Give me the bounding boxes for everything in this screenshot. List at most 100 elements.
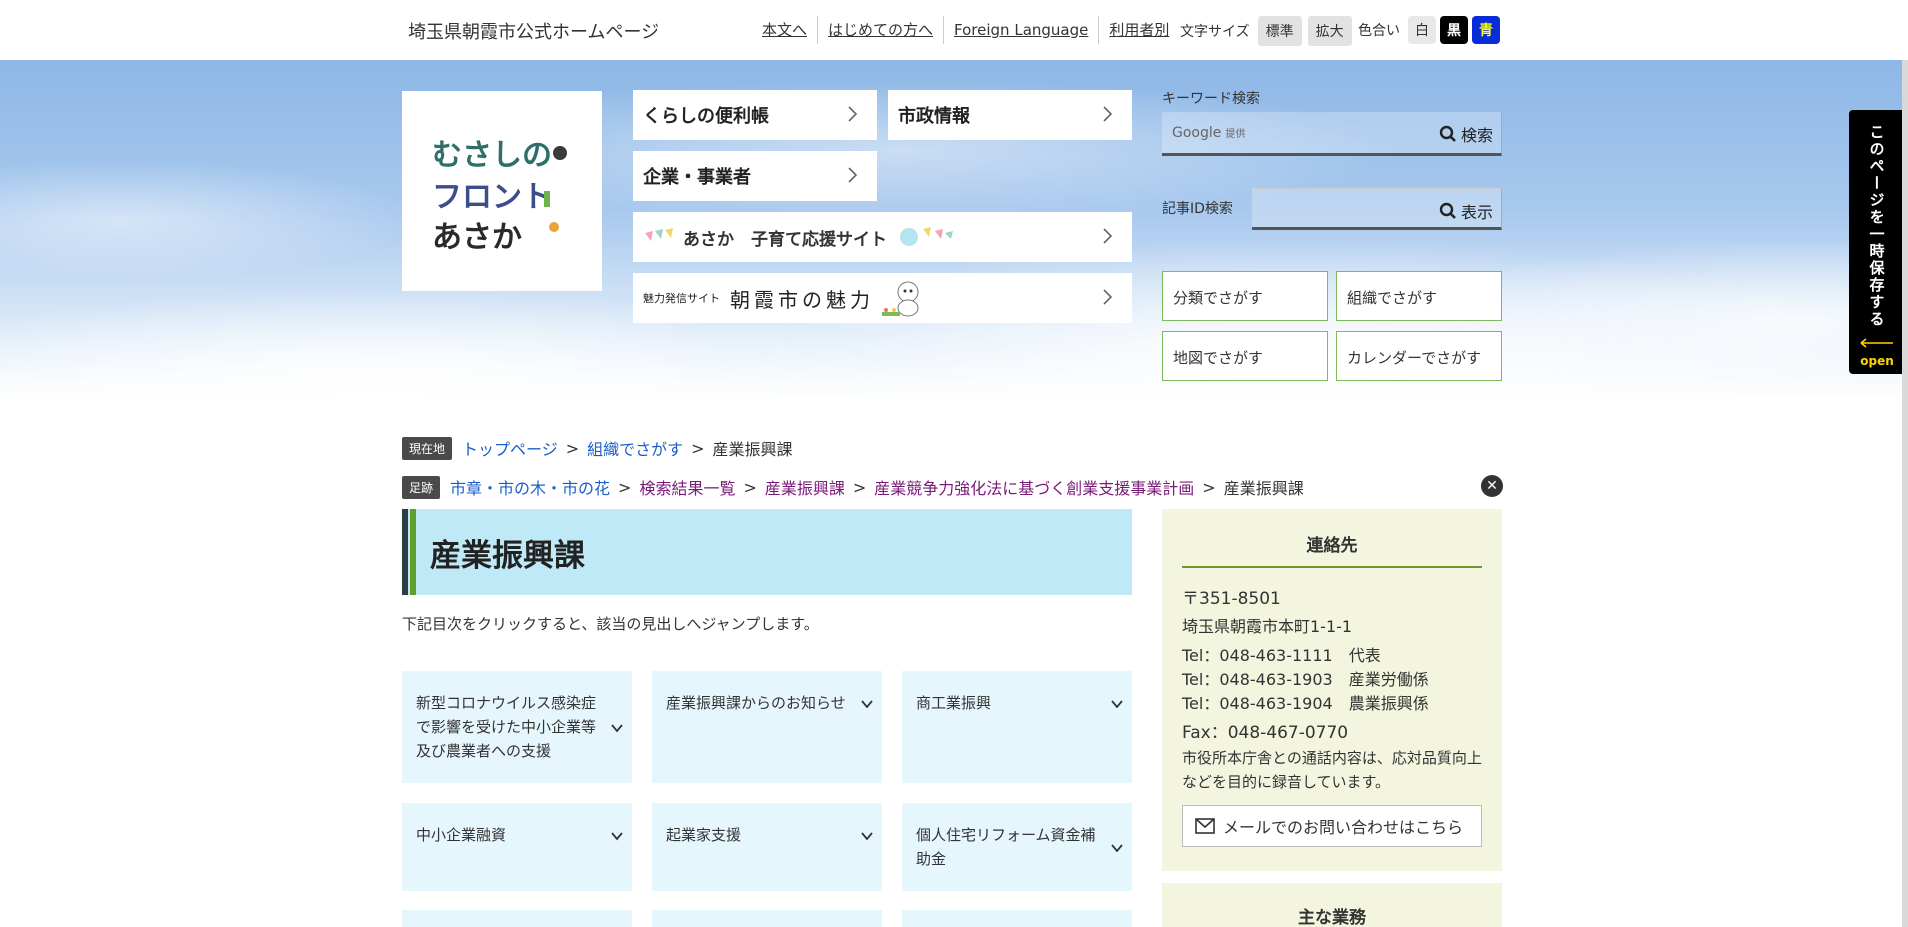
article-id-search-label: 記事ID検索 [1162,201,1233,217]
breadcrumb-current: 現在地 トップページ > 組織でさがす > 産業振興課 [402,436,793,460]
logo-line-3: あさか [432,220,522,251]
chevron-right-icon [848,106,858,122]
history-link-industry-promotion[interactable]: 産業振興課 [765,475,845,499]
living-guide-link[interactable]: くらしの便利帳 [633,90,877,140]
chevron-right-icon [1103,289,1113,305]
search-by-calendar-button[interactable]: カレンダーでさがす [1336,331,1502,381]
toc-item-notices[interactable]: 産業振興課からのお知らせ [652,671,882,783]
toc-instruction: 下記目次をクリックすると、該当の見出しへジャンプします。 [402,615,819,633]
bunting-icon [645,228,673,241]
top-bar: 埼玉県朝霞市公式ホームページ 本文へ はじめての方へ Foreign Langu… [0,0,1908,60]
toc-item-next[interactable] [902,910,1132,927]
mail-icon [1195,818,1215,834]
history-link-startup-support-plan[interactable]: 産業競争力強化法に基づく創業支援事業計画 [874,475,1194,499]
breadcrumb-link-organization[interactable]: 組織でさがす [587,436,683,460]
mascot-icon [882,281,919,317]
chevron-down-icon [861,700,873,709]
email-inquiry-button[interactable]: メールでのお問い合わせはこちら [1182,805,1482,847]
color-white-button[interactable]: 白 [1408,16,1436,44]
article-id-input[interactable]: 表示 [1252,188,1502,230]
chevron-down-icon [861,832,873,841]
breadcrumb-separator: > [1202,477,1216,497]
charm-banner-big-label: 朝霞市の魅力 [730,287,874,312]
search-icon [1439,125,1456,142]
keyword-search-label: キーワード検索 [1162,91,1260,107]
utility-links: 本文へ はじめての方へ Foreign Language 利用者別 [752,14,1179,46]
font-size-large-button[interactable]: 拡大 [1307,16,1352,46]
history-link-city-symbols[interactable]: 市章・市の木・市の花 [450,475,610,499]
charm-banner-small-label: 魅力発信サイト [643,292,720,305]
toc-item-label: 新型コロナウイルス感染症で影響を受けた中小企業等及び農業者への支援 [416,694,597,760]
breadcrumb-separator: > [852,477,867,497]
city-info-link[interactable]: 市政情報 [888,90,1132,140]
logo-mark: むさしの フロント あさか [432,138,567,251]
font-size-standard-button[interactable]: 標準 [1257,16,1302,46]
city-charm-site-banner[interactable]: 魅力発信サイト 朝霞市の魅力 [633,273,1132,323]
by-user-type-link[interactable]: 利用者別 [1099,16,1179,44]
search-by-organization-button[interactable]: 組織でさがす [1336,271,1502,321]
city-logo[interactable]: むさしの フロント あさか [402,91,602,291]
logo-line-1: むさしの [432,138,552,173]
show-button-label: 表示 [1460,203,1493,222]
color-black-button[interactable]: 黒 [1440,16,1468,44]
business-label: 企業・事業者 [643,167,751,188]
chevron-down-icon [1111,700,1123,709]
postal-code: 〒351-8501 [1182,589,1281,609]
toc-item-label: 個人住宅リフォーム資金補助金 [916,826,1096,868]
search-button-label: 検索 [1460,126,1493,145]
breadcrumb-separator: > [691,438,705,458]
toc-item-next[interactable] [402,910,632,927]
page-title: 産業振興課 [430,537,585,574]
search-by-map-button[interactable]: 地図でさがす [1162,331,1328,381]
current-location-tag: 現在地 [402,436,453,460]
breadcrumb-history: 足跡 市章・市の木・市の花 > 検索結果一覧 > 産業振興課 > 産業競争力強化… [402,475,1304,499]
toc-item-label: 起業家支援 [666,826,742,844]
search-by-category-button[interactable]: 分類でさがす [1162,271,1328,321]
business-link[interactable]: 企業・事業者 [633,151,877,201]
color-blue-button[interactable]: 青 [1472,16,1500,44]
toc-item-commerce[interactable]: 商工業振興 [902,671,1132,783]
toc-item-label: 産業振興課からのお知らせ [666,694,846,712]
keyword-search-input[interactable]: Google 提供 検索 [1162,112,1502,156]
toc-item-next[interactable] [652,910,882,927]
toc-item-reform-subsidy[interactable]: 個人住宅リフォーム資金補助金 [902,803,1132,891]
color-scheme-label: 色合い [1358,23,1400,39]
chevron-right-icon [848,167,858,183]
page-title-banner: 産業振興課 [402,509,1132,595]
page-scrollbar[interactable] [1902,60,1908,927]
childcare-site-banner[interactable]: あさか 子育て応援サイト [633,212,1132,262]
living-guide-label: くらしの便利帳 [643,106,769,127]
breadcrumb-link-top[interactable]: トップページ [462,436,558,460]
toc-item-covid-support[interactable]: 新型コロナウイルス感染症で影響を受けた中小企業等及び農業者への支援 [402,671,632,783]
email-inquiry-label: メールでのお問い合わせはこちら [1223,818,1464,837]
close-history-icon[interactable]: ✕ [1481,475,1503,497]
toc-item-sme-loans[interactable]: 中小企業融資 [402,803,632,891]
breadcrumb-separator: > [618,477,632,497]
save-page-tab[interactable]: このページを一時保存する open [1849,110,1905,374]
history-link-search-results[interactable]: 検索結果一覧 [639,475,735,499]
tel-labor: Tel：048-463-1903 産業労働係 [1182,670,1429,689]
toc-item-entrepreneur[interactable]: 起業家支援 [652,803,882,891]
recording-note: 市役所本庁舎との通話内容は、応対品質向上などを目的に録音しています。 [1182,749,1482,791]
city-info-label: 市政情報 [898,106,970,127]
skip-to-content-link[interactable]: 本文へ [752,16,819,44]
breadcrumb-separator: > [565,438,580,458]
article-id-show-button[interactable]: 表示 [1439,199,1493,223]
color-scheme-controls: 色合い 白 黒 青 [1358,16,1500,44]
childcare-site-label: あさか 子育て応援サイト [683,229,887,250]
contact-heading: 連絡先 [1182,531,1482,568]
page: 埼玉県朝霞市公式ホームページ 本文へ はじめての方へ Foreign Langu… [0,0,1908,927]
history-current-page: 産業振興課 [1223,479,1304,498]
chevron-right-icon [1103,106,1113,122]
font-size-controls: 文字サイズ 標準 拡大 [1180,16,1352,46]
site-title: 埼玉県朝霞市公式ホームページ [408,22,660,43]
font-size-label: 文字サイズ [1180,24,1250,40]
search-icon [1439,202,1456,219]
google-suffix: 提供 [1225,129,1246,140]
foreign-language-link[interactable]: Foreign Language [944,16,1100,44]
first-time-visitors-link[interactable]: はじめての方へ [818,16,945,44]
main-duties-heading: 主な業務 [1298,908,1366,927]
balloon-icon [900,227,953,246]
keyword-search-button[interactable]: 検索 [1439,122,1493,146]
save-page-tab-label: このページを一時保存する [1867,124,1886,328]
